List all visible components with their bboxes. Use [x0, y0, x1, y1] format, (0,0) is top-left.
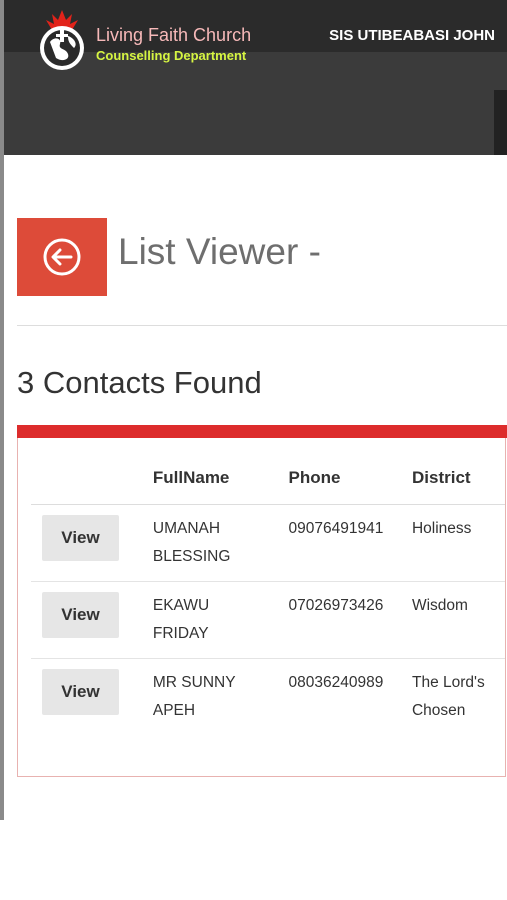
- cell-fullname: UMANAH BLESSING: [142, 504, 279, 582]
- cell-district: Wisdom: [401, 581, 505, 659]
- header-bar: Living Faith Church Counselling Departme…: [4, 0, 507, 155]
- cell-fullname: MR SUNNY APEH: [152, 674, 236, 719]
- contacts-panel: FullName Phone District View UMANAH BLES…: [17, 425, 507, 777]
- page-title: List Viewer -: [118, 231, 321, 272]
- cell-district: Holiness: [401, 504, 505, 582]
- table-row: View MR SUNNY APEH 08036240989 The Lord'…: [31, 659, 505, 736]
- table-row: View EKAWU FRIDAY 07026973426 Wisdom: [31, 581, 505, 659]
- user-name[interactable]: SIS UTIBEABASI JOHN: [329, 27, 495, 44]
- column-header-actions: [31, 462, 143, 505]
- view-button[interactable]: View: [42, 669, 119, 715]
- panel-top-border: [17, 425, 507, 438]
- church-logo-icon: [40, 10, 84, 70]
- brand-title: Living Faith Church: [96, 25, 252, 45]
- header-dark-block: [494, 90, 507, 155]
- column-header-phone[interactable]: Phone: [278, 462, 402, 505]
- cell-phone: 09076491941: [278, 504, 402, 582]
- cell-phone: 07026973426: [278, 581, 402, 659]
- column-header-fullname[interactable]: FullName: [142, 462, 279, 505]
- view-button[interactable]: View: [42, 515, 119, 561]
- back-arrow-icon: [43, 238, 81, 276]
- table-row: View UMANAH BLESSING 09076491941 Holines…: [31, 504, 505, 582]
- results-count: 3 Contacts Found: [17, 365, 262, 400]
- column-header-district[interactable]: District: [401, 462, 505, 505]
- back-button[interactable]: [17, 218, 107, 296]
- cell-district: The Lord's Chosen: [411, 674, 485, 719]
- contacts-table: FullName Phone District View UMANAH BLES…: [31, 462, 505, 735]
- table-header-row: FullName Phone District: [31, 462, 505, 505]
- brand-subtitle: Counselling Department: [96, 48, 247, 63]
- view-button[interactable]: View: [42, 592, 119, 638]
- title-divider: [17, 325, 507, 326]
- cell-phone: 08036240989: [288, 674, 384, 691]
- cell-fullname: EKAWU FRIDAY: [142, 581, 279, 659]
